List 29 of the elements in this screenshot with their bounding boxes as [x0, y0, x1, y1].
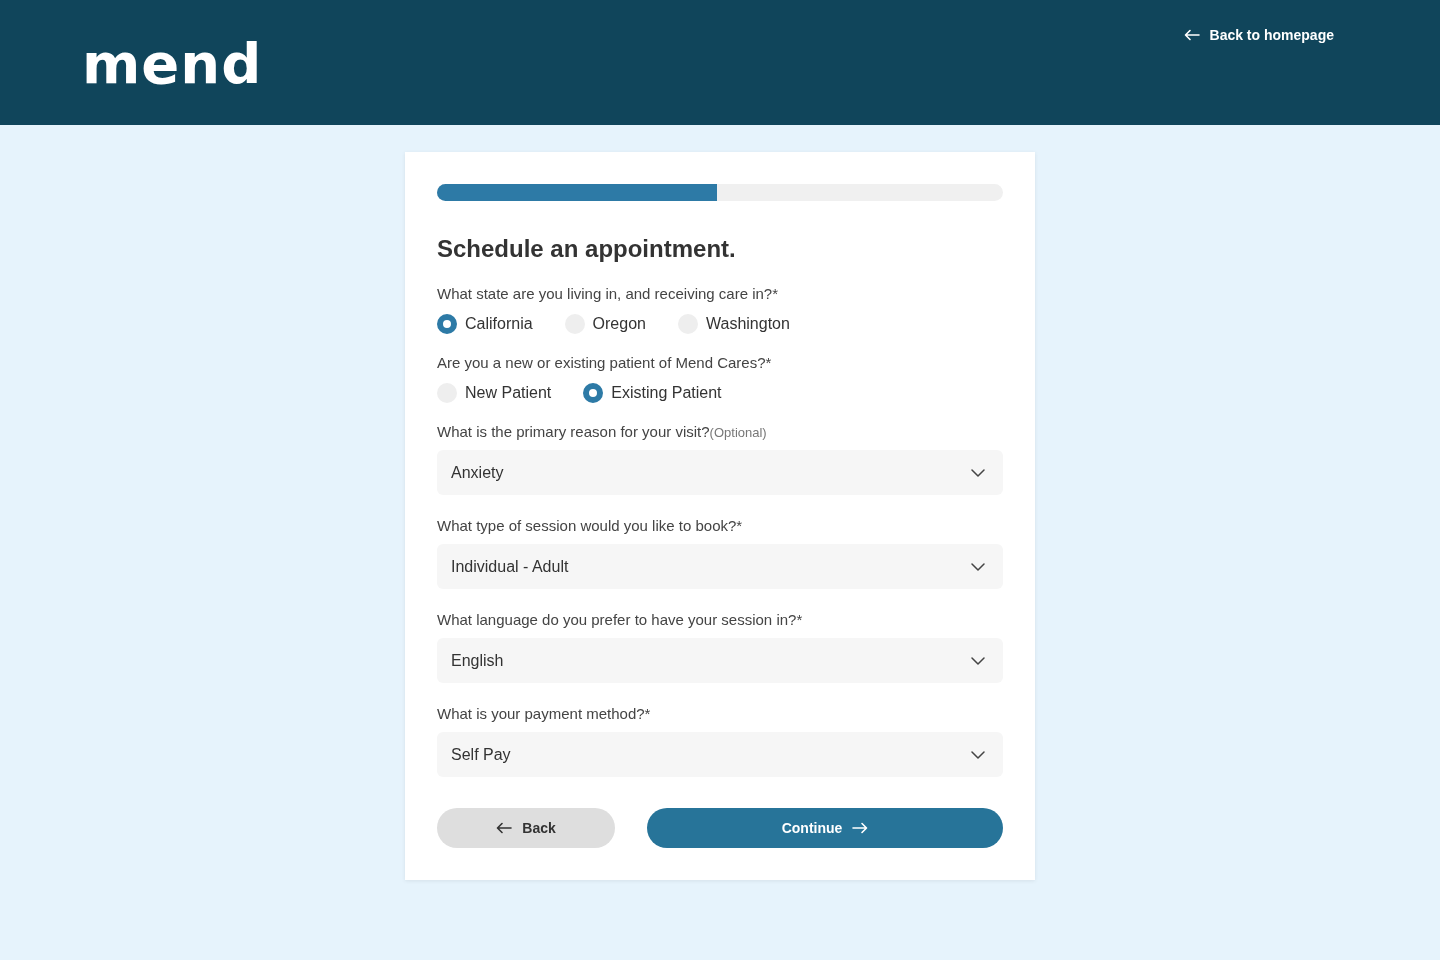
continue-button[interactable]: Continue: [647, 808, 1003, 848]
dropdown-field[interactable]: Individual - Adult: [437, 544, 1003, 589]
question-label: What is the primary reason for your visit?(Optional): [437, 423, 768, 440]
question-label: What language do you prefer to have your session in?*: [437, 611, 804, 628]
logo: mend: [82, 36, 263, 92]
chevron-down-icon: [971, 750, 985, 759]
question-label: What is your payment method?*: [437, 705, 652, 722]
arrow-left-icon: [1183, 29, 1200, 41]
back-to-homepage-link[interactable]: Back to homepage: [1183, 27, 1334, 43]
arrow-right-icon: [852, 822, 869, 834]
chevron-down-icon: [971, 562, 985, 571]
chevron-down-icon: [971, 468, 985, 477]
form-title: Schedule an appointment.: [437, 235, 737, 263]
radio-option[interactable]: Oregon: [564, 314, 646, 334]
dropdown-field[interactable]: Anxiety: [437, 450, 1003, 495]
radio-option[interactable]: California: [437, 314, 533, 334]
question-label: What state are you living in, and receiving care in?*: [437, 285, 779, 302]
radio-option[interactable]: Existing Patient: [583, 383, 722, 403]
dropdown-field[interactable]: Self Pay: [437, 732, 1003, 777]
radio-option[interactable]: Washington: [677, 314, 790, 334]
question-label: Are you a new or existing patient of Mend Cares?*: [437, 354, 773, 371]
radio-button[interactable]: [437, 314, 457, 334]
dropdown-field[interactable]: English: [437, 638, 1003, 683]
chevron-down-icon: [971, 656, 985, 665]
arrow-left-icon: [496, 822, 513, 834]
radio-button[interactable]: [583, 383, 604, 403]
question-label: What type of session would you like to book?*: [437, 517, 744, 534]
radio-option[interactable]: New Patient: [437, 383, 552, 403]
back-button[interactable]: Back: [437, 808, 615, 848]
